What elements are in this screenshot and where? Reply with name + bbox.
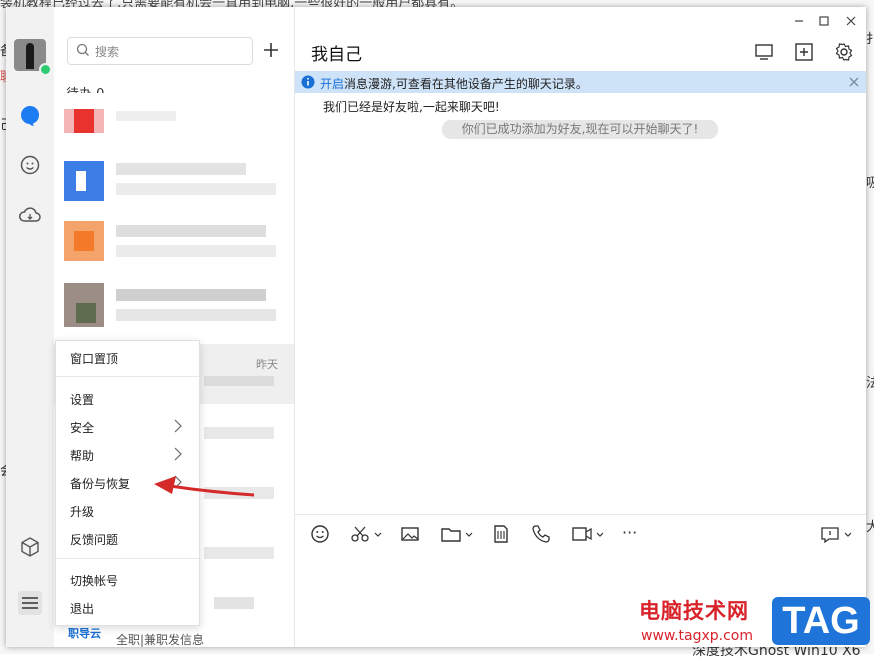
online-status-dot [39, 63, 52, 76]
background-side-text: 吸 [866, 176, 874, 191]
maximize-button[interactable] [815, 13, 833, 27]
menu-item-label: 升级 [70, 505, 95, 519]
search-input[interactable]: 搜索 [67, 37, 253, 65]
search-placeholder: 搜索 [95, 45, 120, 59]
menu-item-label: 退出 [70, 602, 95, 616]
menu-item-pin-window[interactable]: 窗口置顶 [56, 343, 199, 371]
menu-item-switch-account[interactable]: 切换帐号 [56, 565, 199, 593]
menu-item-label: 设置 [70, 393, 95, 407]
minimize-button[interactable] [790, 13, 808, 27]
watermark-site-name: 电脑技术网 [639, 599, 749, 623]
gear-icon [835, 43, 853, 61]
cube-icon[interactable] [18, 535, 42, 559]
page-title: 我自己 [311, 45, 362, 65]
video-icon [572, 527, 604, 541]
sidebar [6, 7, 54, 647]
doc-button[interactable] [490, 523, 512, 545]
menu-item-help[interactable]: 帮助 [56, 440, 199, 468]
app-window: 搜索 待办 0 昨天 [6, 7, 866, 647]
menu-divider [56, 376, 199, 377]
timestamp: 昨天 [256, 358, 278, 371]
chevron-right-icon [174, 447, 182, 461]
message-preview: 全职|兼职发信息 [116, 633, 205, 647]
input-toolbar-divider [295, 514, 866, 515]
list-item[interactable] [54, 217, 294, 277]
menu-item-label: 备份与恢复 [70, 477, 131, 491]
chat-message: 我们已经是好友啦,一起来聊天吧! [323, 100, 500, 114]
screenshot-button[interactable] [349, 523, 383, 545]
close-icon[interactable] [847, 75, 861, 89]
emoji-button[interactable] [309, 523, 331, 545]
info-icon [301, 75, 315, 89]
image-icon [401, 527, 419, 541]
add-button[interactable] [260, 37, 282, 63]
menu-item-label: 窗口置顶 [70, 352, 119, 366]
image-button[interactable] [399, 523, 421, 545]
enable-roaming-link[interactable]: 开启 [320, 75, 344, 92]
chat-icon[interactable] [18, 103, 42, 127]
list-item[interactable] [54, 279, 294, 339]
scissors-icon [351, 526, 382, 542]
menu-item-label: 反馈问题 [70, 533, 119, 547]
chevron-right-icon [174, 419, 182, 433]
todo-header[interactable]: 待办 0 [66, 83, 104, 93]
monitor-icon [755, 44, 773, 60]
file-button[interactable] [440, 523, 474, 545]
list-item[interactable] [54, 157, 294, 217]
contacts-icon[interactable] [18, 153, 42, 177]
contact-name: 职导云 [68, 627, 101, 640]
menu-item-label: 切换帐号 [70, 574, 119, 588]
annotation-arrow [154, 476, 255, 497]
chat-history-button[interactable] [819, 523, 853, 545]
chat-pane: 我自己 开启 消息漫游,可查看在其他设备产生的聊天记录。 我们已经是好友啦,一起… [295, 7, 866, 647]
voice-call-button[interactable] [530, 523, 552, 545]
search-icon [76, 43, 89, 56]
folder-icon [441, 528, 473, 542]
background-side-text: 扌 [866, 32, 874, 47]
menu-item-feedback[interactable]: 反馈问题 [56, 524, 199, 552]
cloud-icon[interactable] [18, 203, 42, 227]
maximize-icon [819, 16, 829, 26]
add-member-button[interactable] [793, 41, 815, 63]
background-side-text: 大 [866, 520, 874, 535]
document-icon [494, 525, 508, 543]
menu-icon[interactable] [18, 591, 42, 615]
menu-item-exit[interactable]: 退出 [56, 593, 199, 621]
system-message: 你们已成功添加为好友,现在可以开始聊天了! [442, 120, 718, 139]
background-side-text: 法 [866, 376, 874, 391]
close-icon [846, 16, 856, 26]
close-button[interactable] [842, 13, 860, 27]
menu-divider [56, 558, 199, 559]
menu-item-security[interactable]: 安全 [56, 412, 199, 440]
add-box-icon [795, 43, 813, 61]
list-item[interactable] [54, 103, 294, 163]
watermark-tag-logo: TAG [772, 597, 870, 645]
video-call-button[interactable] [571, 523, 605, 545]
screen-share-button[interactable] [753, 41, 775, 63]
message-box-icon [821, 527, 852, 544]
watermark-url: www.tagxp.com [641, 628, 753, 644]
menu-item-label: 安全 [70, 421, 95, 435]
plus-icon [264, 43, 278, 57]
minimize-icon [795, 20, 803, 22]
chat-settings-button[interactable] [833, 41, 855, 63]
roaming-notice-bar: 开启 消息漫游,可查看在其他设备产生的聊天记录。 [295, 71, 866, 93]
menu-item-label: 帮助 [70, 449, 95, 463]
menu-item-settings[interactable]: 设置 [56, 384, 199, 412]
site-watermark: 电脑技术网 www.tagxp.com TAG [639, 595, 874, 654]
notice-text: 消息漫游,可查看在其他设备产生的聊天记录。 [344, 77, 588, 91]
more-button[interactable]: ··· [622, 523, 644, 545]
phone-icon [532, 525, 550, 543]
emoji-icon [311, 525, 329, 543]
